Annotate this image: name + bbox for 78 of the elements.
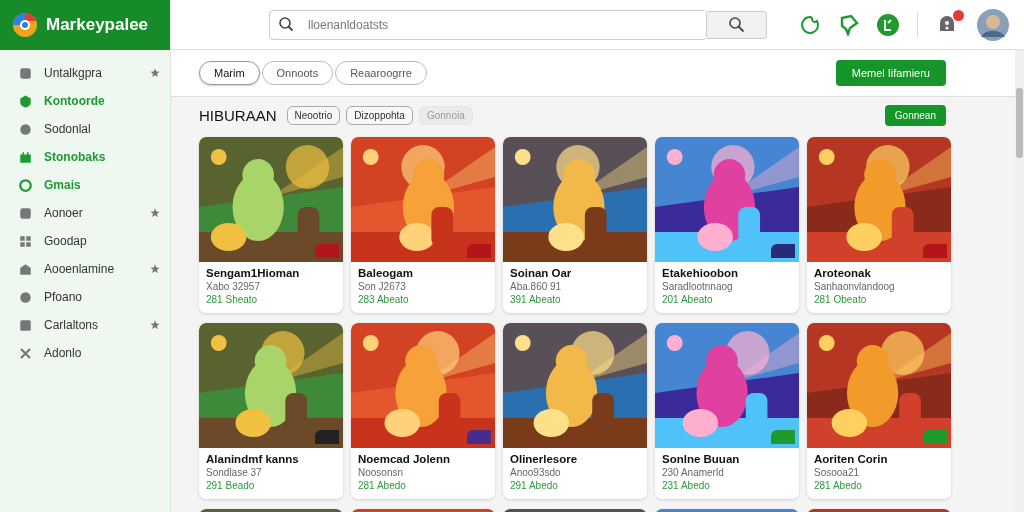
sidebar-item[interactable]: Carlaltons xyxy=(0,311,170,339)
cross-icon xyxy=(18,345,33,361)
grid-icon xyxy=(18,233,33,249)
card-title: Alanindmf kanns xyxy=(206,453,300,465)
square-icon xyxy=(18,317,33,333)
game-card[interactable]: Alanindmf kanns Sondlase 37 291 Beado xyxy=(199,323,343,499)
filter-tab[interactable]: Reaaroogrre xyxy=(335,61,427,85)
section-title: HIBURAAN xyxy=(199,106,277,124)
square-icon xyxy=(18,205,33,221)
card-subtitle: Anoo93sdo xyxy=(510,467,562,478)
shield-icon xyxy=(18,93,33,109)
sidebar-item[interactable]: Adonlo xyxy=(0,339,170,367)
card-subtitle: 230 Anamerld xyxy=(662,467,725,478)
game-card[interactable]: Soinan Oar Aba.860 91 391 Abeato xyxy=(503,137,647,313)
card-meta: 283 Abeato xyxy=(358,294,410,305)
sidebar-item[interactable]: Aonoer xyxy=(0,199,170,227)
card-meta: 281 Abedo xyxy=(358,480,407,491)
card-subtitle: Sosooa21 xyxy=(814,467,861,478)
card-title: Aoriten Corin xyxy=(814,453,889,465)
star-icon xyxy=(150,68,160,78)
card-meta: 391 Abeato xyxy=(510,294,562,305)
sidebar-item[interactable]: Sodonlal xyxy=(0,115,170,143)
card-subtitle: Saradlootnnaog xyxy=(662,281,734,292)
card-meta: 291 Abedo xyxy=(510,480,559,491)
search-button[interactable] xyxy=(707,10,767,39)
card-subtitle: Son J2673 xyxy=(358,281,407,292)
circle-icon xyxy=(18,121,33,137)
sidebar-item[interactable]: Goodap xyxy=(0,227,170,255)
ring-icon xyxy=(18,177,33,193)
filter-chip[interactable]: Dizoppohta xyxy=(346,105,413,125)
card-title: Baleogam xyxy=(358,267,414,279)
star-icon xyxy=(150,320,160,330)
card-meta: 201 Abeato xyxy=(662,294,714,305)
sidebar-item[interactable]: Aooenlamine xyxy=(0,255,170,283)
logo-icon xyxy=(12,12,38,38)
game-card[interactable]: Sengam1Hioman Xabo 32957 281 Sheato xyxy=(199,137,343,313)
filter-chip[interactable]: Neootrio xyxy=(286,105,341,125)
card-title: Sonlne Buuan xyxy=(662,453,741,465)
card-subtitle: Sondlase 37 xyxy=(206,467,263,478)
card-meta: 281 Abedo xyxy=(814,480,863,491)
star-icon xyxy=(150,208,160,218)
card-subtitle: Aba.860 91 xyxy=(510,281,563,292)
filter-tab[interactable]: Marim xyxy=(199,61,260,85)
card-title: Noemcad Jolenn xyxy=(358,453,452,465)
card-title: Olinerlesore xyxy=(510,453,579,465)
card-meta: 291 Beado xyxy=(206,480,256,491)
app-name: Markeypalee xyxy=(46,15,149,35)
card-meta: 281 Obeato xyxy=(814,294,868,305)
card-subtitle: Xabo 32957 xyxy=(206,281,261,292)
sidebar-item[interactable]: Untalkgpra xyxy=(0,59,170,87)
card-title: Soinan Oar xyxy=(510,267,573,279)
card-title: Sengam1Hioman xyxy=(206,267,301,279)
card-meta: 281 Sheato xyxy=(206,294,259,305)
scrollbar-thumb[interactable] xyxy=(1016,88,1023,158)
sidebar-item[interactable]: Pfoano xyxy=(0,283,170,311)
game-card[interactable]: Etakehioobon Saradlootnnaog 201 Abeato xyxy=(655,137,799,313)
avatar[interactable] xyxy=(976,7,1010,42)
search-field[interactable]: lloenanldoatsts xyxy=(269,9,707,40)
calendar-icon xyxy=(18,149,33,165)
game-card[interactable]: Baleogam Son J2673 283 Abeato xyxy=(351,137,495,313)
primary-button[interactable]: Memel Iifamieru xyxy=(835,60,946,86)
search-icon xyxy=(727,15,746,34)
card-title: Etakehioobon xyxy=(662,267,740,279)
square-icon xyxy=(18,65,33,81)
section-button[interactable]: Gonnean xyxy=(884,104,946,126)
card-title: Aroteonak xyxy=(814,267,872,279)
card-subtitle: Noosonsn xyxy=(358,467,405,478)
game-card[interactable]: Aoriten Corin Sosooa21 281 Abedo xyxy=(807,323,951,499)
game-card[interactable]: Noemcad Jolenn Noosonsn 281 Abedo xyxy=(351,323,495,499)
card-subtitle: Sanhaonvlandoog xyxy=(814,281,896,292)
game-card[interactable]: Olinerlesore Anoo93sdo 291 Abedo xyxy=(503,323,647,499)
star-icon xyxy=(150,264,160,274)
circle-icon xyxy=(18,289,33,305)
house-icon xyxy=(18,261,33,277)
filter-tab[interactable]: Onnoots xyxy=(261,61,334,85)
card-meta: 231 Abedo xyxy=(662,480,711,491)
game-card[interactable]: Sonlne Buuan 230 Anamerld 231 Abedo xyxy=(655,323,799,499)
game-card[interactable]: Aroteonak Sanhaonvlandoog 281 Obeato xyxy=(807,137,951,313)
